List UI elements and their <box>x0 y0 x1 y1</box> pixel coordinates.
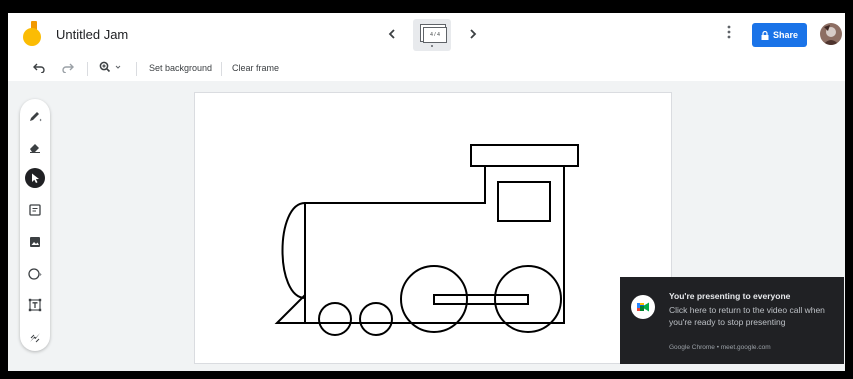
whiteboard-canvas[interactable] <box>195 93 671 363</box>
select-tool[interactable] <box>25 168 45 188</box>
zoom-in-icon <box>99 61 121 73</box>
text-box-tool[interactable] <box>25 295 45 315</box>
undo-button[interactable] <box>33 61 45 76</box>
chevron-right-icon <box>470 29 477 39</box>
pen-icon <box>30 112 42 122</box>
more-vert-icon <box>727 25 731 39</box>
document-title[interactable]: Untitled Jam <box>56 27 128 42</box>
undo-icon <box>33 63 45 74</box>
expand-dot-icon <box>431 45 433 47</box>
notification-source: Google Chrome • meet.google.com <box>669 344 771 351</box>
chevron-left-icon <box>388 29 395 39</box>
clear-frame-button[interactable]: Clear frame <box>232 63 279 73</box>
zoom-button[interactable] <box>99 61 121 76</box>
shape-tool[interactable] <box>25 264 45 284</box>
frame-bar-toggle[interactable]: 4 / 4 <box>413 19 451 51</box>
image-icon <box>30 237 40 247</box>
google-meet-icon <box>631 295 655 319</box>
presenting-notification[interactable]: You're presenting to everyone Click here… <box>620 277 844 364</box>
cursor-arrow-icon <box>32 173 39 183</box>
circle-icon <box>28 268 42 280</box>
toolbar-divider <box>87 62 88 76</box>
editing-toolbar: Set background Clear frame <box>8 57 845 81</box>
user-avatar[interactable] <box>820 23 842 45</box>
jamboard-logo-icon <box>22 21 44 52</box>
share-label: Share <box>772 30 798 40</box>
more-options-button[interactable] <box>727 25 731 42</box>
text-box-icon <box>28 298 42 312</box>
eraser-icon <box>30 144 40 153</box>
pen-tool[interactable] <box>25 106 45 126</box>
tool-panel <box>20 99 50 351</box>
frame-counter: 4 / 4 <box>423 27 447 43</box>
sticky-note-icon <box>29 204 41 216</box>
laser-icon <box>30 333 40 343</box>
notification-title: You're presenting to everyone <box>669 291 791 301</box>
image-tool[interactable] <box>25 232 45 252</box>
next-frame-button[interactable] <box>462 23 484 45</box>
laser-tool[interactable] <box>25 327 45 347</box>
redo-icon <box>62 63 74 74</box>
set-background-button[interactable]: Set background <box>149 63 212 73</box>
previous-frame-button[interactable] <box>381 23 403 45</box>
train-drawing <box>274 144 579 336</box>
share-button[interactable]: Share <box>752 23 807 47</box>
redo-button[interactable] <box>62 61 74 76</box>
toolbar-divider <box>136 62 137 76</box>
eraser-tool[interactable] <box>25 137 45 157</box>
lock-icon <box>761 30 769 40</box>
sticky-note-tool[interactable] <box>25 200 45 220</box>
notification-body: Click here to return to the video call w… <box>669 305 825 327</box>
app-window: Untitled Jam 4 / 4 Share Set background … <box>8 13 845 371</box>
toolbar-divider <box>221 62 222 76</box>
header: Untitled Jam 4 / 4 Share <box>8 13 845 57</box>
